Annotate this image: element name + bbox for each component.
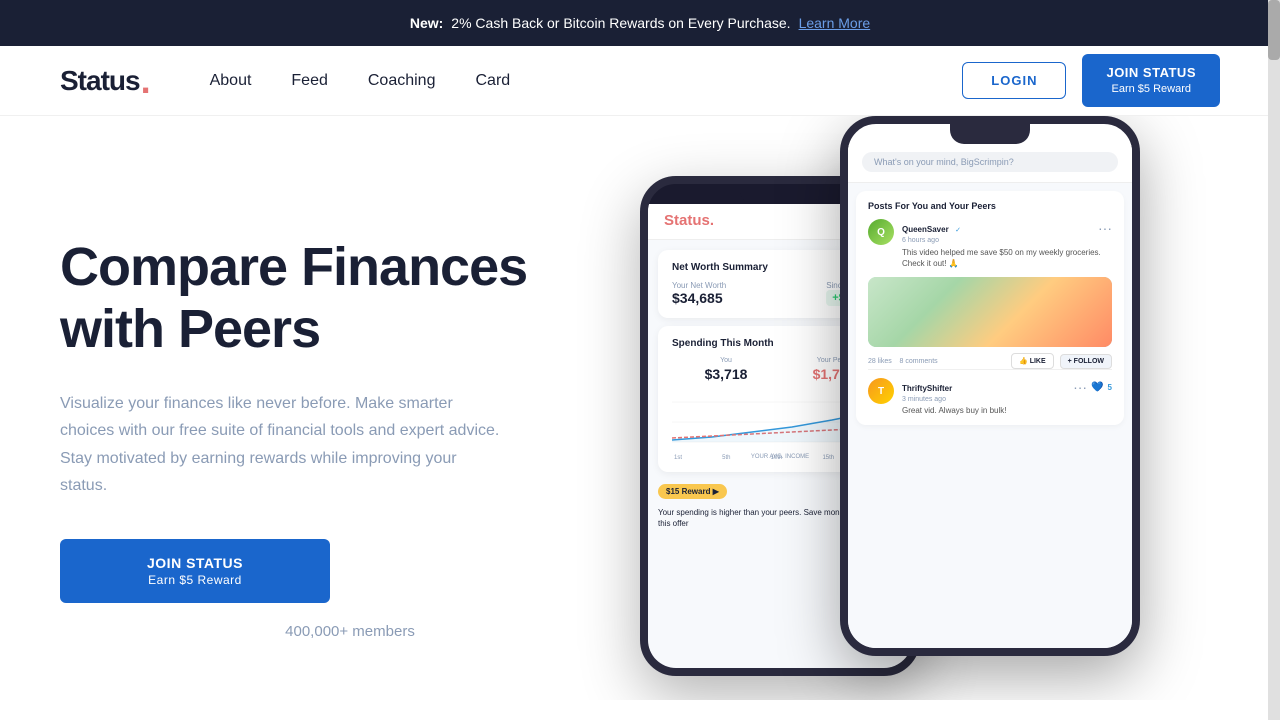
banner-new-label: New: <box>410 15 443 31</box>
search-bar[interactable]: What's on your mind, BigScrimpin? <box>862 152 1118 172</box>
nav-actions: LOGIN JOIN STATUS Earn $5 Reward <box>962 54 1220 108</box>
nav-feed[interactable]: Feed <box>291 72 327 90</box>
post-2-name: ThriftyShifter <box>902 384 952 393</box>
post-image-bg <box>868 277 1112 347</box>
post-2-avatar: T <box>868 378 894 404</box>
post-1-info: QueenSaver ✓ ··· 6 hours ago This video … <box>902 219 1112 269</box>
nav-coaching[interactable]: Coaching <box>368 72 436 90</box>
post-1-more[interactable]: ··· <box>1098 220 1112 236</box>
join-sub-nav: Earn $5 Reward <box>1106 82 1196 97</box>
scrollbar-thumb[interactable] <box>1268 0 1280 60</box>
follow-button[interactable]: + FOLLOW <box>1060 354 1112 369</box>
logo-dot: . <box>141 63 150 99</box>
scrollbar[interactable] <box>1268 0 1280 720</box>
you-label: You <box>705 357 748 364</box>
post-1-verified: ✓ <box>955 227 961 234</box>
hero-subtitle: Visualize your finances like never befor… <box>60 390 500 499</box>
heart-icon: 💙 <box>1091 382 1103 393</box>
post-item-2: T ThriftyShifter ··· 💙 5 <box>868 369 1112 415</box>
phone-mockups: Status. Net Worth Summary Your Net Worth… <box>640 116 1220 690</box>
phone-right-header: What's on your mind, BigScrimpin? <box>848 144 1132 183</box>
post-1-name: QueenSaver <box>902 225 949 234</box>
net-worth-left: Your Net Worth $34,685 <box>672 281 726 306</box>
join-hero-sub: Earn $5 Reward <box>100 573 290 587</box>
phone-left-notch <box>740 184 820 204</box>
like-button[interactable]: 👍 LIKE <box>1011 353 1054 369</box>
logo-text: Status <box>60 65 140 97</box>
phone-right: What's on your mind, BigScrimpin? Posts … <box>840 116 1140 656</box>
heart-count: 5 <box>1108 383 1112 392</box>
join-button-nav[interactable]: JOIN STATUS Earn $5 Reward <box>1082 54 1220 108</box>
spending-you: You $3,718 <box>705 357 748 382</box>
post-1-actions: 28 likes 8 comments 👍 LIKE + FOLLOW <box>868 353 1112 369</box>
join-hero-label: JOIN STATUS <box>147 555 243 571</box>
post-1-image: ▶ <box>868 277 1112 347</box>
post-2-text: Great vid. Always buy in bulk! <box>902 406 1112 415</box>
join-label-nav: JOIN STATUS <box>1106 65 1196 80</box>
hero-title: Compare Finances with Peers <box>60 236 640 360</box>
post-2-content: ThriftyShifter ··· 💙 5 3 minutes ago Gre… <box>902 378 1112 415</box>
join-button-hero[interactable]: JOIN STATUS Earn $5 Reward <box>60 539 330 603</box>
banner-message: 2% Cash Back or Bitcoin Rewards on Every… <box>451 15 790 31</box>
you-value: $3,718 <box>705 366 748 382</box>
nav-links: About Feed Coaching Card <box>210 72 963 90</box>
phone-right-notch <box>950 124 1030 144</box>
post-2-actions: ··· 💙 5 <box>1073 379 1112 395</box>
post-2-more[interactable]: ··· <box>1073 379 1087 395</box>
posts-card: Posts For You and Your Peers Q QueenSave… <box>856 191 1124 425</box>
top-banner: New: 2% Cash Back or Bitcoin Rewards on … <box>0 0 1280 46</box>
post-2-time: 3 minutes ago <box>902 396 1112 403</box>
post-1-stats: 28 likes 8 comments <box>868 358 1005 365</box>
nav-about[interactable]: About <box>210 72 252 90</box>
net-worth-value: $34,685 <box>672 290 726 306</box>
post-item-1: Q QueenSaver ✓ ··· 6 hours ago This vide… <box>868 219 1112 269</box>
nav-card[interactable]: Card <box>475 72 510 90</box>
member-count: 400,000+ members <box>60 623 640 640</box>
hero-section: Compare Finances with Peers Visualize yo… <box>0 116 1280 700</box>
posts-title: Posts For You and Your Peers <box>868 201 1112 211</box>
post-1-text: This video helped me save $50 on my week… <box>902 247 1112 269</box>
logo[interactable]: Status. <box>60 63 150 99</box>
navbar: Status. About Feed Coaching Card LOGIN J… <box>0 46 1280 116</box>
login-button[interactable]: LOGIN <box>962 62 1066 99</box>
post-1-time: 6 hours ago <box>902 237 1112 244</box>
phone-right-inner: What's on your mind, BigScrimpin? Posts … <box>848 144 1132 656</box>
hero-left: Compare Finances with Peers Visualize yo… <box>60 116 640 700</box>
post-1-avatar: Q <box>868 219 894 245</box>
reward-badge[interactable]: $15 Reward ▶ <box>658 484 727 499</box>
learn-more-link[interactable]: Learn More <box>799 15 871 31</box>
net-worth-label: Your Net Worth <box>672 281 726 290</box>
